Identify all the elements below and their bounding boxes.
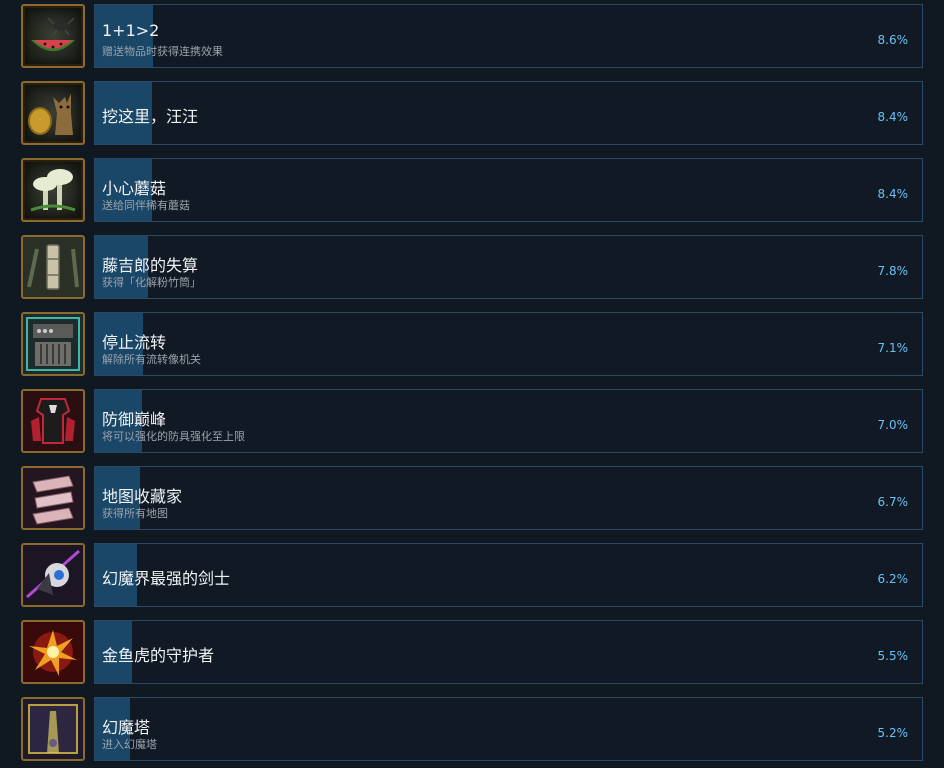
achievement-title: 停止流转 xyxy=(102,333,167,352)
swordsman-icon xyxy=(21,543,85,607)
achievement-title: 1+1>2 xyxy=(102,21,160,40)
achievement-panel: 幻魔界最强的剑士 6.2% xyxy=(94,543,923,607)
achievement-description: 获得所有地图 xyxy=(102,507,168,520)
achievement-row[interactable]: 地图收藏家 获得所有地图 6.7% xyxy=(0,464,944,532)
bamboo-tube-icon xyxy=(21,235,85,299)
watermelon-beetle-icon xyxy=(21,4,85,68)
unlock-percentage: 8.4% xyxy=(877,187,909,201)
achievement-panel: 金鱼虎的守护者 5.5% xyxy=(94,620,923,684)
achievement-description: 获得「化解粉竹筒」 xyxy=(102,276,201,289)
achievement-row[interactable]: 防御巅峰 将可以强化的防具强化至上限 7.0% xyxy=(0,387,944,455)
achievement-panel: 藤吉郎的失算 获得「化解粉竹筒」 7.8% xyxy=(94,235,923,299)
achievement-panel: 停止流转 解除所有流转像机关 7.1% xyxy=(94,312,923,376)
achievement-title: 藤吉郎的失算 xyxy=(102,256,199,275)
achievement-title: 幻魔塔 xyxy=(102,718,151,737)
achievement-row[interactable]: 幻魔塔 进入幻魔塔 5.2% xyxy=(0,695,944,763)
achievement-description: 解除所有流转像机关 xyxy=(102,353,201,366)
achievement-title: 挖这里，汪汪 xyxy=(102,107,199,126)
achievement-panel: 小心蘑菇 送给同伴稀有蘑菇 8.4% xyxy=(94,158,923,222)
achievement-panel: 地图收藏家 获得所有地图 6.7% xyxy=(94,466,923,530)
unlock-percentage: 7.1% xyxy=(877,341,909,355)
achievement-row[interactable]: 1+1>2 赠送物品时获得连携效果 8.6% xyxy=(0,2,944,70)
achievement-description: 赠送物品时获得连携效果 xyxy=(102,45,223,58)
achievement-panel: 幻魔塔 进入幻魔塔 5.2% xyxy=(94,697,923,761)
achievement-title: 金鱼虎的守护者 xyxy=(102,646,215,665)
armor-icon xyxy=(21,389,85,453)
unlock-percentage: 6.7% xyxy=(877,495,909,509)
achievement-description: 送给同伴稀有蘑菇 xyxy=(102,199,190,212)
achievement-description: 进入幻魔塔 xyxy=(102,738,157,751)
unlock-percentage: 5.2% xyxy=(877,726,909,740)
achievement-list: 1+1>2 赠送物品时获得连携效果 8.6% 挖这里，汪汪 8.4% 小心蘑菇 … xyxy=(0,0,944,768)
unlock-percentage: 5.5% xyxy=(877,649,909,663)
achievement-row[interactable]: 藤吉郎的失算 获得「化解粉竹筒」 7.8% xyxy=(0,233,944,301)
tower-icon xyxy=(21,697,85,761)
unlock-percentage: 8.4% xyxy=(877,110,909,124)
map-scroll-icon xyxy=(21,466,85,530)
achievement-row[interactable]: 停止流转 解除所有流转像机关 7.1% xyxy=(0,310,944,378)
achievement-row[interactable]: 挖这里，汪汪 8.4% xyxy=(0,79,944,147)
achievement-title: 小心蘑菇 xyxy=(102,179,167,198)
unlock-percentage: 8.6% xyxy=(877,33,909,47)
unlock-percentage: 7.0% xyxy=(877,418,909,432)
achievement-row[interactable]: 幻魔界最强的剑士 6.2% xyxy=(0,541,944,609)
achievement-row[interactable]: 金鱼虎的守护者 5.5% xyxy=(0,618,944,686)
achievement-title: 地图收藏家 xyxy=(102,487,183,506)
dog-coin-icon xyxy=(21,81,85,145)
achievement-row[interactable]: 小心蘑菇 送给同伴稀有蘑菇 8.4% xyxy=(0,156,944,224)
achievement-panel: 1+1>2 赠送物品时获得连携效果 8.6% xyxy=(94,4,923,68)
unlock-percentage: 6.2% xyxy=(877,572,909,586)
achievement-panel: 挖这里，汪汪 8.4% xyxy=(94,81,923,145)
explosion-icon xyxy=(21,620,85,684)
mechanism-icon xyxy=(21,312,85,376)
mushroom-icon xyxy=(21,158,85,222)
achievement-title: 防御巅峰 xyxy=(102,410,167,429)
achievement-title: 幻魔界最强的剑士 xyxy=(102,569,231,588)
achievement-panel: 防御巅峰 将可以强化的防具强化至上限 7.0% xyxy=(94,389,923,453)
unlock-percentage: 7.8% xyxy=(877,264,909,278)
achievement-description: 将可以强化的防具强化至上限 xyxy=(102,430,245,443)
